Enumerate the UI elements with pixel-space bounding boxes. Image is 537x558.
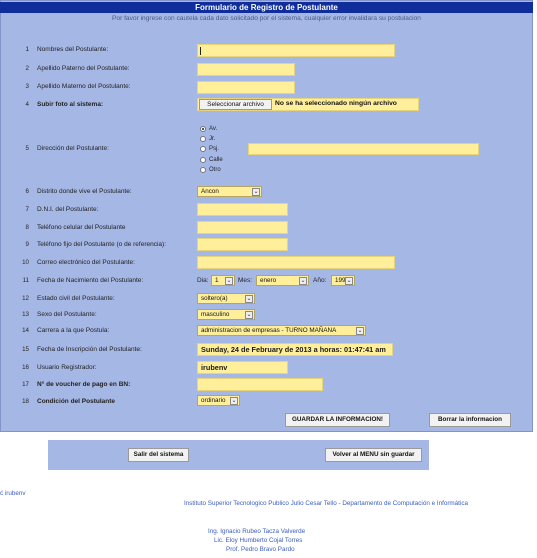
radio-psj[interactable] <box>200 146 206 152</box>
radio-av[interactable] <box>200 126 206 132</box>
registrar-user-field: irubenv <box>197 361 288 374</box>
chevron-down-icon: ⌄ <box>245 311 253 319</box>
sex-value: masculino <box>201 311 230 318</box>
back-to-menu-button[interactable]: Volver al MENU sin guardar <box>325 448 422 462</box>
apellido-materno-input[interactable] <box>197 81 295 94</box>
row-number: 17 <box>22 381 29 388</box>
row-number: 14 <box>22 327 29 334</box>
sex-select[interactable]: masculino ⌄ <box>197 309 255 320</box>
row-number: 6 <box>25 188 29 195</box>
label-fecha-nacimiento: Fecha de Nacimiento del Postulante: <box>37 277 144 284</box>
author-line: Lic. Eloy Humberto Cojal Torres <box>214 537 303 544</box>
author-line: Ing. Ignacio Rubeo Tacza Valverde <box>208 528 306 535</box>
form-subtitle: Por favor ingrese con cautela cada dato … <box>112 15 421 22</box>
day-select[interactable]: 1 ⌄ <box>211 275 235 286</box>
month-select[interactable]: enero ⌄ <box>256 275 309 286</box>
radio-label-calle: Calle <box>209 157 223 163</box>
clear-button[interactable]: Borrar la informacion <box>429 413 511 427</box>
radio-calle[interactable] <box>200 157 206 163</box>
row-number: 10 <box>22 259 29 266</box>
chevron-down-icon: ⌄ <box>225 277 233 285</box>
label-estado-civil: Estado civil del Postulante: <box>37 295 115 302</box>
distrito-select[interactable]: Ancon ⌄ <box>197 186 262 197</box>
month-value: enero <box>260 277 277 284</box>
chevron-down-icon: ⌄ <box>252 188 260 196</box>
row-number: 5 <box>25 145 29 152</box>
radio-label-av: Av. <box>209 126 218 132</box>
correo-input[interactable] <box>197 256 395 269</box>
radio-label-psj: Psj. <box>209 146 220 152</box>
telefono-fijo-input[interactable] <box>197 238 288 251</box>
civil-status-value: soltero(a) <box>201 295 228 302</box>
chevron-down-icon: ⌄ <box>356 327 364 335</box>
chevron-down-icon: ⌄ <box>345 277 353 285</box>
label-celular: Teléfono celular del Postulante <box>37 224 126 231</box>
radio-label-jr: Jr. <box>209 136 216 142</box>
day-value: 1 <box>215 277 219 284</box>
label-sexo: Sexo del Postulante: <box>37 311 97 318</box>
label-apellido-paterno: Apellido Paterno del Postulante: <box>37 65 130 72</box>
registration-date-field: Sunday, 24 de February de 2013 a horas: … <box>197 343 393 356</box>
logged-user: ć irubenv <box>0 490 26 497</box>
apellido-paterno-input[interactable] <box>197 63 295 76</box>
nombres-input[interactable] <box>197 44 395 57</box>
condition-select[interactable]: ordinario ⌄ <box>197 395 240 406</box>
row-number: 4 <box>25 101 29 108</box>
form-title: Formulario de Registro de Postulante <box>0 2 533 13</box>
distrito-value: Ancon <box>201 188 219 195</box>
radio-jr[interactable] <box>200 136 206 142</box>
radio-otro[interactable] <box>200 167 206 173</box>
civil-status-select[interactable]: soltero(a) ⌄ <box>197 293 255 304</box>
row-number: 9 <box>25 241 29 248</box>
year-select[interactable]: 1998 ⌄ <box>331 275 355 286</box>
author-line: Prof. Pedro Bravo Pardo <box>226 546 295 553</box>
dni-input[interactable] <box>197 203 288 216</box>
row-number: 3 <box>25 83 29 90</box>
career-value: administracion de empresas - TURNO MAÑAN… <box>201 327 337 334</box>
label-fecha-inscripcion: Fecha de Inscripción del Postulante: <box>37 346 142 353</box>
row-number: 8 <box>25 224 29 231</box>
radio-label-otro: Otro <box>209 167 221 173</box>
institute-name: Instituto Superior Tecnologico Publico J… <box>184 500 468 507</box>
label-telefono-fijo: Teléfono fijo del Postulante (o de refer… <box>37 241 166 248</box>
label-voucher: N° de voucher de pago en BN: <box>37 381 131 388</box>
chevron-down-icon: ⌄ <box>299 277 307 285</box>
text-cursor <box>200 47 201 55</box>
label-carrera: Carrera a la que Postula: <box>37 327 110 334</box>
exit-system-button[interactable]: Salir del sistema <box>128 448 189 462</box>
row-number: 18 <box>22 398 29 405</box>
select-file-button[interactable]: Seleccionar archivo <box>199 99 272 110</box>
day-label: Dia: <box>197 277 209 284</box>
label-usuario: Usuario Registrador: <box>37 364 97 371</box>
condition-value: ordinario <box>201 397 226 404</box>
chevron-down-icon: ⌄ <box>245 295 253 303</box>
label-distrito: Distrito donde vive el Postulante: <box>37 188 132 195</box>
row-number: 11 <box>22 277 29 284</box>
row-number: 7 <box>25 206 29 213</box>
label-correo: Correo electrónico del Postulante: <box>37 259 135 266</box>
row-number: 13 <box>22 311 29 318</box>
year-label: Año: <box>313 277 327 284</box>
label-nombres: Nombres del Postulante: <box>37 46 109 53</box>
row-number: 15 <box>22 346 29 353</box>
row-number: 12 <box>22 295 29 302</box>
save-button[interactable]: GUARDAR LA INFORMACION! <box>285 413 390 427</box>
chevron-down-icon: ⌄ <box>230 397 238 405</box>
month-label: Mes: <box>238 277 253 284</box>
label-condicion: Condición del Postulante <box>37 398 116 405</box>
row-number: 16 <box>22 364 29 371</box>
direccion-input[interactable] <box>248 143 479 155</box>
file-status: No se ha seleccionado ningún archivo <box>275 100 397 107</box>
label-subir-foto: Subir foto al sistema: <box>37 101 104 108</box>
voucher-input[interactable] <box>197 378 323 391</box>
label-dni: D.N.I. del Postulante: <box>37 206 99 213</box>
career-select[interactable]: administracion de empresas - TURNO MAÑAN… <box>197 325 366 336</box>
celular-input[interactable] <box>197 221 288 234</box>
label-apellido-materno: Apellido Materno del Postulante: <box>37 83 131 90</box>
row-number: 2 <box>25 65 29 72</box>
label-direccion: Dirección del Postulante: <box>37 145 109 152</box>
row-number: 1 <box>25 46 29 53</box>
